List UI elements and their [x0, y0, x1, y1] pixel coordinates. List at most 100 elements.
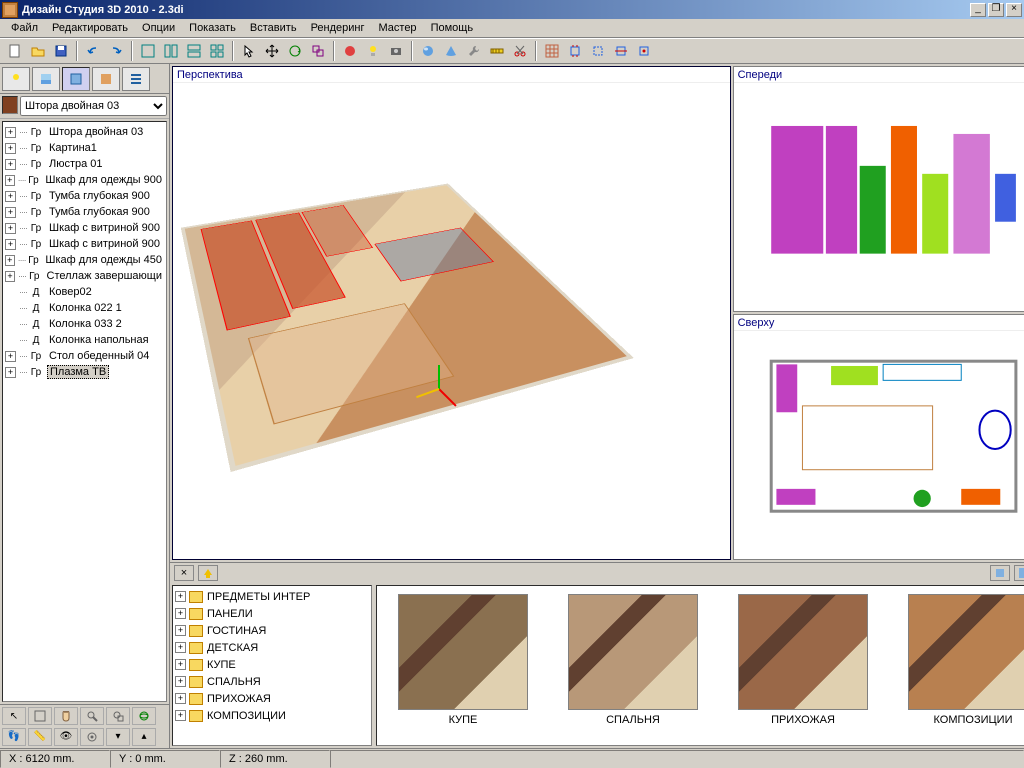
object-color-swatch[interactable] — [2, 96, 18, 114]
expand-icon[interactable]: + — [175, 710, 186, 721]
catalog-up-icon[interactable] — [198, 565, 218, 581]
catalog-tree-item[interactable]: +ПРИХОЖАЯ — [175, 690, 369, 707]
tree-item[interactable]: ····ДКовер02 — [5, 284, 164, 300]
snap-2-icon[interactable] — [587, 40, 609, 62]
nav-expand-icon[interactable]: ▴ — [132, 728, 156, 746]
snap-4-icon[interactable] — [633, 40, 655, 62]
tool-move-icon[interactable] — [261, 40, 283, 62]
tree-item[interactable]: +····ГрШкаф для одежды 450 — [5, 252, 164, 268]
nav-zoom-icon[interactable] — [80, 707, 104, 725]
menu-options[interactable]: Опции — [135, 20, 182, 36]
tree-item[interactable]: +····ГрСтол обеденный 04 — [5, 348, 164, 364]
expand-icon[interactable]: + — [5, 239, 16, 250]
tree-item[interactable]: +····ГрШкаф для одежды 900 — [5, 172, 164, 188]
expand-icon[interactable]: + — [175, 608, 186, 619]
expand-icon[interactable]: + — [175, 591, 186, 602]
perspective-canvas[interactable] — [173, 83, 730, 559]
viewport-perspective[interactable]: Перспектива — [172, 66, 731, 560]
tree-item[interactable]: +····ГрПлазма ТВ — [5, 364, 164, 380]
tree-item[interactable]: +····ГрТумба глубокая 900 — [5, 188, 164, 204]
expand-icon[interactable]: + — [5, 143, 16, 154]
layout-3-icon[interactable] — [183, 40, 205, 62]
open-icon[interactable] — [27, 40, 49, 62]
nav-pointer-icon[interactable]: ↖ — [2, 707, 26, 725]
save-icon[interactable] — [50, 40, 72, 62]
layout-1-icon[interactable] — [137, 40, 159, 62]
nav-hide-icon[interactable]: 👁 — [54, 728, 78, 746]
catalog-tree-item[interactable]: +ГОСТИНАЯ — [175, 622, 369, 639]
tree-item[interactable]: +····ГрКартина1 — [5, 140, 164, 156]
thumbnail[interactable]: СПАЛЬНЯ — [563, 594, 703, 737]
object-select-dropdown[interactable]: Штора двойная 03 — [20, 96, 167, 116]
expand-icon[interactable]: + — [5, 367, 16, 378]
tree-item[interactable]: +····ГрЛюстра 01 — [5, 156, 164, 172]
thumbnail-panel[interactable]: КУПЕСПАЛЬНЯПРИХОЖАЯКОМПОЗИЦИИ — [376, 585, 1024, 746]
nav-zoomext-icon[interactable] — [28, 707, 52, 725]
new-icon[interactable] — [4, 40, 26, 62]
camera-icon[interactable] — [385, 40, 407, 62]
tree-item[interactable]: +····ГрШтора двойная 03 — [5, 124, 164, 140]
nav-walk-icon[interactable]: 👣 — [2, 728, 26, 746]
tree-item[interactable]: +····ГрТумба глубокая 900 — [5, 204, 164, 220]
layout-2-icon[interactable] — [160, 40, 182, 62]
catalog-tree-item[interactable]: +КОМПОЗИЦИИ — [175, 707, 369, 724]
nav-pan-icon[interactable] — [54, 707, 78, 725]
measure-icon[interactable] — [486, 40, 508, 62]
tree-item[interactable]: +····ГрШкаф с витриной 900 — [5, 236, 164, 252]
catalog-tree-item[interactable]: +ПАНЕЛИ — [175, 605, 369, 622]
maximize-button[interactable]: ❐ — [988, 3, 1004, 17]
expand-icon[interactable]: + — [5, 191, 16, 202]
expand-icon[interactable]: + — [5, 159, 16, 170]
tree-item[interactable]: +····ГрШкаф с витриной 900 — [5, 220, 164, 236]
tool-scale-icon[interactable] — [307, 40, 329, 62]
tool-select-icon[interactable] — [238, 40, 260, 62]
menu-help[interactable]: Помощь — [424, 20, 481, 36]
menu-rendering[interactable]: Рендеринг — [304, 20, 372, 36]
snap-3-icon[interactable] — [610, 40, 632, 62]
nav-show-icon[interactable] — [80, 728, 104, 746]
nav-orbit-icon[interactable] — [132, 707, 156, 725]
viewport-top[interactable]: Сверху — [733, 314, 1024, 560]
grid-icon[interactable] — [541, 40, 563, 62]
render-sphere-icon[interactable] — [417, 40, 439, 62]
expand-icon[interactable]: + — [175, 693, 186, 704]
front-canvas[interactable] — [734, 83, 1024, 311]
scene-tree[interactable]: +····ГрШтора двойная 03+····ГрКартина1+·… — [2, 121, 167, 702]
layout-4-icon[interactable] — [206, 40, 228, 62]
expand-icon[interactable]: + — [175, 642, 186, 653]
tab-light-icon[interactable] — [2, 67, 30, 91]
cut-icon[interactable] — [509, 40, 531, 62]
tool-rotate-icon[interactable] — [284, 40, 306, 62]
tab-objects-icon[interactable] — [62, 67, 90, 91]
menu-master[interactable]: Мастер — [372, 20, 424, 36]
minimize-button[interactable]: _ — [970, 3, 986, 17]
top-canvas[interactable] — [734, 331, 1024, 559]
catalog-tree-item[interactable]: +ПРЕДМЕТЫ ИНТЕР — [175, 588, 369, 605]
thumbnail[interactable]: КУПЕ — [393, 594, 533, 737]
catalog-tree[interactable]: +ПРЕДМЕТЫ ИНТЕР+ПАНЕЛИ+ГОСТИНАЯ+ДЕТСКАЯ+… — [172, 585, 372, 746]
tree-item[interactable]: ····ДКолонка 033 2 — [5, 316, 164, 332]
menu-insert[interactable]: Вставить — [243, 20, 304, 36]
catalog-tree-item[interactable]: +КУПЕ — [175, 656, 369, 673]
nav-measure-icon[interactable]: 📏 — [28, 728, 52, 746]
expand-icon[interactable]: + — [5, 175, 15, 186]
menu-file[interactable]: Файл — [4, 20, 45, 36]
undo-icon[interactable] — [82, 40, 104, 62]
tree-item[interactable]: ····ДКолонка напольная — [5, 332, 164, 348]
tab-props-icon[interactable] — [122, 67, 150, 91]
expand-icon[interactable]: + — [175, 625, 186, 636]
catalog-close-icon[interactable]: × — [174, 565, 194, 581]
redo-icon[interactable] — [105, 40, 127, 62]
expand-icon[interactable]: + — [5, 255, 15, 266]
viewport-front[interactable]: Спереди — [733, 66, 1024, 312]
thumbnail[interactable]: ПРИХОЖАЯ — [733, 594, 873, 737]
tab-materials-icon[interactable] — [92, 67, 120, 91]
expand-icon[interactable]: + — [5, 127, 16, 138]
nav-zoomwin-icon[interactable] — [106, 707, 130, 725]
tree-item[interactable]: +····ГрСтеллаж завершающи — [5, 268, 164, 284]
render-cone-icon[interactable] — [440, 40, 462, 62]
tree-item[interactable]: ····ДКолонка 022 1 — [5, 300, 164, 316]
close-button[interactable]: × — [1006, 3, 1022, 17]
expand-icon[interactable]: + — [175, 676, 186, 687]
thumb-med-icon[interactable] — [1014, 565, 1024, 581]
